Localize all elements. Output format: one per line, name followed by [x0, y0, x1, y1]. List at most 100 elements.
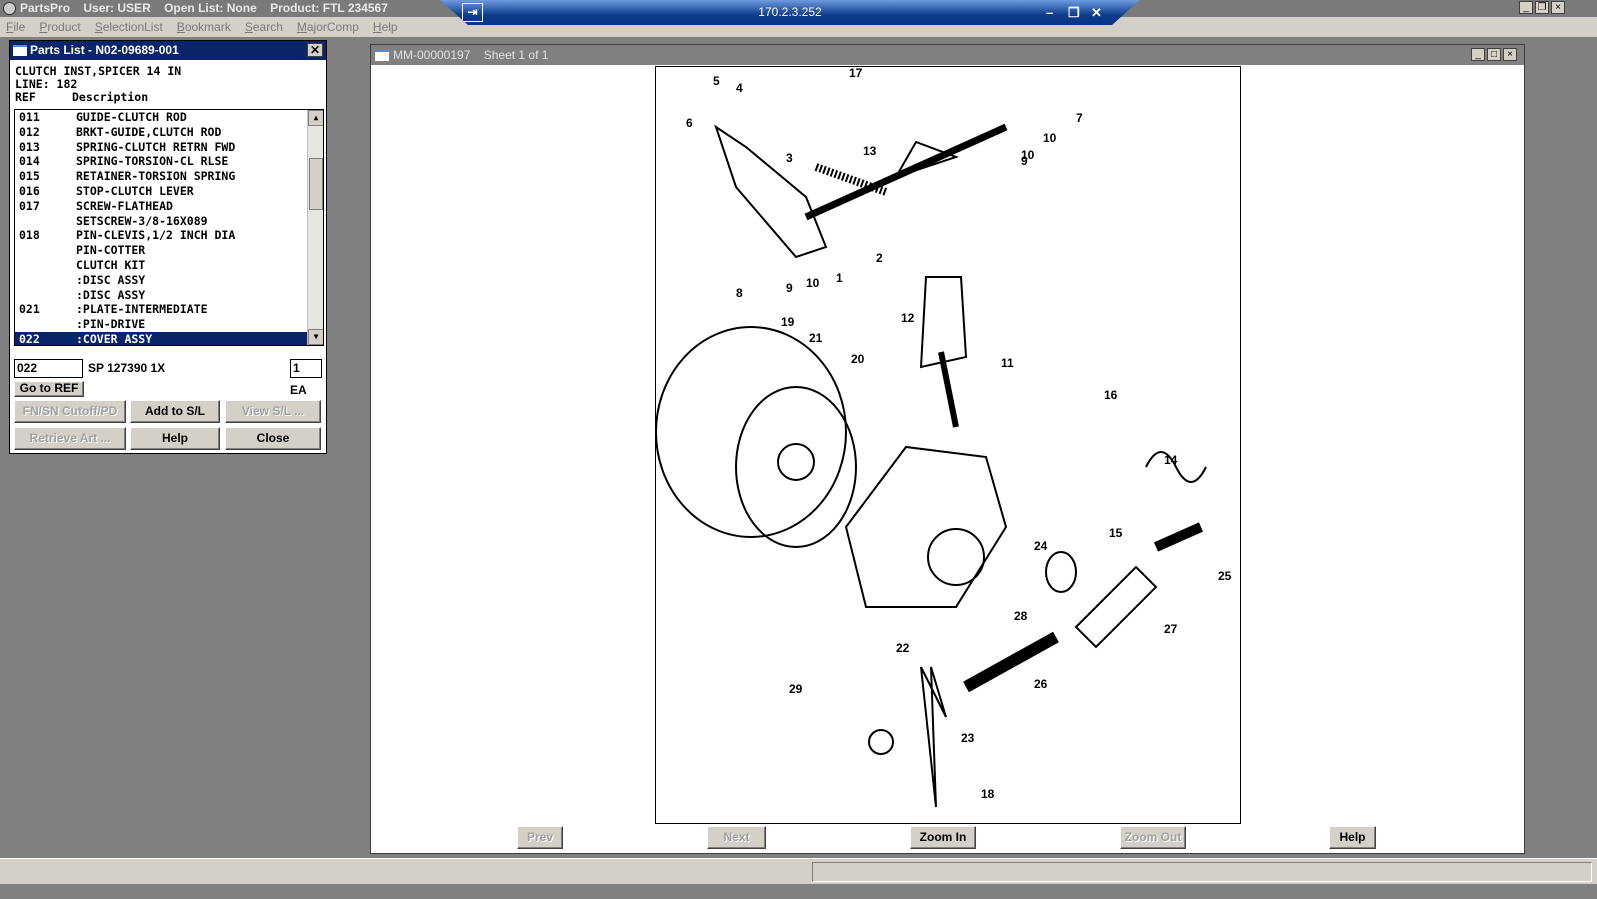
clutch-disc-20: [735, 386, 857, 548]
callout-label[interactable]: 28: [1014, 609, 1028, 623]
parts-list-row[interactable]: :DISC ASSY: [15, 288, 307, 303]
callout-label[interactable]: 8: [736, 286, 743, 300]
menu-product[interactable]: Product: [39, 17, 80, 37]
callout-label[interactable]: 25: [1218, 569, 1232, 583]
callout-label[interactable]: 9: [786, 281, 793, 295]
ref-input[interactable]: 022: [14, 359, 83, 378]
app-restore-button[interactable]: ❐: [1535, 1, 1549, 14]
callout-label[interactable]: 23: [961, 731, 975, 745]
callout-label[interactable]: 3: [786, 151, 793, 165]
callout-label[interactable]: 15: [1109, 526, 1123, 540]
parts-listbox[interactable]: ▲ ▼ 011 GUIDE-CLUTCH ROD 012 BRKT-GUIDE,CLUT…: [14, 109, 324, 346]
row-description: STOP-CLUTCH LEVER: [76, 183, 194, 198]
callout-label[interactable]: 12: [901, 311, 915, 325]
parts-list-close-button[interactable]: ✕: [307, 43, 323, 57]
remote-close-button[interactable]: ✕: [1091, 0, 1102, 25]
parts-list-row[interactable]: CLUTCH KIT: [15, 258, 307, 273]
line-number: LINE: 182: [15, 77, 78, 91]
callout-label[interactable]: 2: [876, 251, 883, 265]
parts-list-row[interactable]: 017 SCREW-FLATHEAD: [15, 199, 307, 214]
row-description: PIN-COTTER: [76, 243, 146, 258]
prev-button[interactable]: Prev: [517, 826, 563, 849]
callout-label[interactable]: 24: [1034, 539, 1048, 553]
scroll-up-icon[interactable]: ▲: [308, 110, 323, 126]
parts-list-row[interactable]: 015 RETAINER-TORSION SPRING: [15, 169, 307, 184]
parts-list-row[interactable]: 021:PLATE-INTERMEDIATE: [15, 302, 307, 317]
row-description: SCREW-FLATHEAD: [76, 198, 173, 213]
menu-help[interactable]: Help: [373, 17, 398, 37]
row-description: :PIN-DRIVE: [76, 317, 146, 332]
parts-list-row[interactable]: 014 SPRING-TORSION-CL RLSE: [15, 154, 307, 169]
callout-label[interactable]: 18: [981, 787, 995, 801]
parts-list-row[interactable]: 022:COVER ASSY: [15, 331, 307, 345]
menu-majorcomp[interactable]: MajorComp: [297, 17, 359, 37]
callout-label[interactable]: 16: [1104, 388, 1118, 402]
parts-list-row[interactable]: 012 BRKT-GUIDE,CLUTCH ROD: [15, 125, 307, 140]
menu-selectionlist[interactable]: SelectionList: [95, 17, 163, 37]
next-button[interactable]: Next: [707, 826, 766, 849]
remote-minimize-button[interactable]: –: [1046, 0, 1053, 25]
callout-label[interactable]: 26: [1034, 677, 1048, 691]
exploded-parts-diagram[interactable]: 1 2 3 4 5 6 7 8 9 10 10 9 10 11 12 13 14 15 16 17 18 19 20 21 22…: [655, 66, 1241, 824]
callout-label[interactable]: 10: [1043, 131, 1057, 145]
go-to-ref-button[interactable]: Go to REF: [14, 381, 84, 397]
row-description: :PLATE-INTERMEDIATE: [76, 302, 208, 317]
app-close-button[interactable]: ×: [1551, 1, 1565, 14]
callout-label[interactable]: 13: [863, 144, 877, 158]
callout-label[interactable]: 1: [836, 271, 843, 285]
parts-list-row[interactable]: 011 GUIDE-CLUTCH ROD: [15, 110, 307, 125]
pin-icon[interactable]: ⇥: [462, 3, 483, 22]
drawing-help-button[interactable]: Help: [1329, 826, 1376, 849]
callout-label[interactable]: 29: [789, 682, 803, 696]
callout-label[interactable]: 21: [809, 331, 823, 345]
callout-label[interactable]: 6: [686, 116, 693, 130]
remote-host: 170.2.3.252: [758, 5, 822, 19]
row-ref: 012: [19, 124, 40, 139]
parts-help-button[interactable]: Help: [130, 427, 220, 450]
drawing-maximize-button[interactable]: □: [1487, 48, 1501, 61]
row-description: RETAINER-TORSION SPRING: [76, 169, 236, 184]
callout-label[interactable]: 7: [1076, 111, 1083, 125]
clutch-pedal-lever: [714, 124, 828, 259]
callout-label[interactable]: 10: [806, 276, 820, 290]
zoom-out-button[interactable]: Zoom Out: [1120, 826, 1186, 849]
add-to-sl-button[interactable]: Add to S/L: [130, 400, 220, 423]
callout-label[interactable]: 20: [851, 352, 865, 366]
parts-list-row[interactable]: PIN-COTTER: [15, 243, 307, 258]
retrieve-art-button[interactable]: Retrieve Art ...: [14, 427, 126, 450]
view-sl-button[interactable]: View S/L ...: [225, 400, 321, 423]
callout-label[interactable]: 5: [713, 74, 720, 88]
parts-list-row[interactable]: :PIN-DRIVE: [15, 317, 307, 332]
intermediate-plate-19: [655, 326, 847, 538]
scroll-down-icon[interactable]: ▼: [308, 329, 323, 345]
row-ref: 014: [19, 154, 40, 169]
callout-label[interactable]: 4: [736, 81, 743, 95]
zoom-in-button[interactable]: Zoom In: [910, 826, 976, 849]
callout-label[interactable]: 27: [1164, 622, 1178, 636]
app-minimize-button[interactable]: _: [1519, 1, 1533, 14]
row-description: BRKT-GUIDE,CLUTCH ROD: [76, 124, 222, 139]
scroll-thumb[interactable]: [309, 158, 323, 210]
drawing-close-button[interactable]: ×: [1503, 48, 1517, 61]
quantity-input[interactable]: 1: [290, 359, 322, 378]
parts-list-row[interactable]: SETSCREW-3/8-16X089: [15, 214, 307, 229]
remote-restore-button[interactable]: ❐: [1068, 0, 1080, 25]
parts-list-row[interactable]: 018 PIN-CLEVIS,1/2 INCH DIA: [15, 228, 307, 243]
callout-label[interactable]: 14: [1164, 453, 1178, 467]
parts-list-row[interactable]: :DISC ASSY: [15, 273, 307, 288]
callout-label[interactable]: 22: [896, 641, 910, 655]
parts-list-row[interactable]: 016 STOP-CLUTCH LEVER: [15, 184, 307, 199]
menu-bookmark[interactable]: Bookmark: [177, 17, 231, 37]
drawing-minimize-button[interactable]: _: [1471, 48, 1485, 61]
cover-assy-22: [844, 445, 1008, 608]
parts-close-button[interactable]: Close: [225, 427, 321, 450]
parts-list-row[interactable]: 013 SPRING-CLUTCH RETRN FWD: [15, 140, 307, 155]
menu-search[interactable]: Search: [245, 17, 283, 37]
callout-label[interactable]: 19: [781, 315, 795, 329]
scrollbar[interactable]: ▲ ▼: [307, 110, 323, 345]
callout-label[interactable]: 10: [1021, 148, 1035, 162]
fn-sn-cutoff-button[interactable]: FN/SN Cutoff/PD: [14, 400, 126, 423]
callout-label[interactable]: 17: [849, 66, 863, 80]
menu-file[interactable]: File: [6, 17, 25, 37]
callout-label[interactable]: 11: [1001, 356, 1014, 370]
